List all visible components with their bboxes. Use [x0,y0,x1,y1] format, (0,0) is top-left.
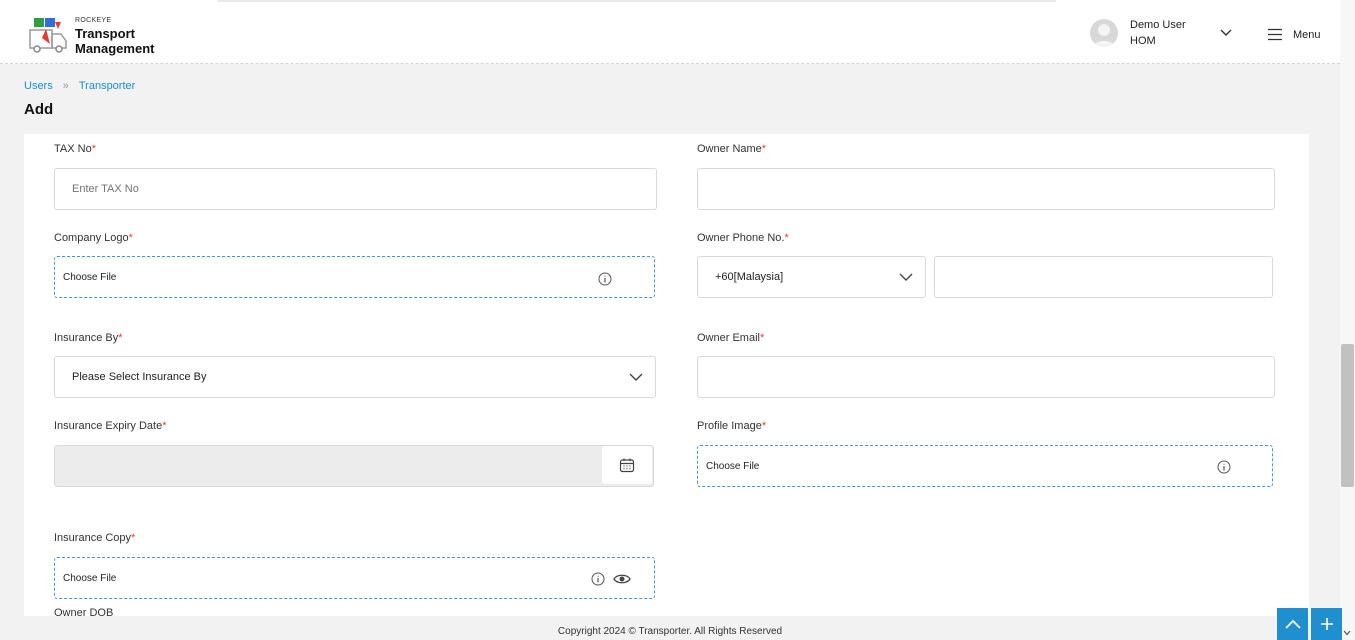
breadcrumb-transporter[interactable]: Transporter [79,80,135,92]
app-header: ROCKEYE Transport Management Demo User H… [0,6,1340,64]
brand-company: ROCKEYE [75,17,112,24]
page-title: Add [24,101,54,118]
insurance-copy-file-input[interactable]: Choose File [54,557,655,599]
chevron-down-icon [629,373,643,381]
company-logo-label: Company Logo* [54,232,133,244]
calendar-button[interactable] [602,446,652,484]
scroll-down-icon[interactable] [1343,630,1351,636]
country-code-selected: +60[Malaysia] [715,271,784,283]
menu-button[interactable]: Menu [1293,29,1321,41]
scrollbar-track[interactable] [1340,0,1355,640]
owner-email-label: Owner Email* [697,332,765,344]
country-code-select[interactable]: +60[Malaysia] [697,256,926,298]
breadcrumb-users[interactable]: Users [24,80,53,92]
chevron-down-icon[interactable] [1219,28,1233,38]
eye-icon[interactable] [613,572,631,586]
user-name: Demo User [1130,19,1186,31]
brand-line-2: Management [75,41,155,56]
profile-image-label: Profile Image* [697,420,767,432]
owner-name-label: Owner Name* [697,143,767,155]
owner-name-input[interactable] [697,168,1275,210]
footer-copyright: Copyright 2024 © Transporter. All Rights… [557,626,783,637]
user-role: HOM [1130,35,1156,47]
insurance-by-label: Insurance By* [54,332,123,344]
breadcrumb-separator: » [62,80,69,92]
company-logo-file-input[interactable]: Choose File [54,256,655,298]
choose-file-button[interactable]: Choose File [63,573,116,584]
plus-icon [1320,618,1333,630]
chevron-up-icon [1284,619,1301,629]
insurance-expiry-label: Insurance Expiry Date* [54,420,167,432]
scrollbar-thumb[interactable] [1341,344,1354,487]
insurance-by-selected: Please Select Insurance By [72,371,207,383]
profile-image-file-input[interactable]: Choose File [697,445,1273,487]
insurance-expiry-input[interactable] [54,445,654,487]
choose-file-button[interactable]: Choose File [706,461,759,472]
insurance-copy-label: Insurance Copy* [54,532,136,544]
info-icon[interactable] [591,572,605,586]
scroll-top-button[interactable] [1277,608,1308,640]
breadcrumb: Users » Transporter [24,80,135,92]
choose-file-button[interactable]: Choose File [63,272,116,283]
owner-email-input[interactable] [697,356,1275,398]
tax-no-input[interactable] [54,168,657,210]
add-button[interactable] [1311,608,1342,640]
info-icon[interactable] [1217,460,1231,474]
calendar-icon [619,458,635,473]
owner-dob-label: Owner DOB [54,607,114,616]
owner-phone-label: Owner Phone No.* [697,232,789,244]
insurance-by-select[interactable]: Please Select Insurance By [54,356,656,398]
chevron-down-icon [899,273,913,281]
browser-bar [218,0,1056,2]
hamburger-menu-icon[interactable] [1267,28,1283,41]
user-avatar-icon[interactable] [1090,19,1118,47]
info-icon[interactable] [598,272,612,286]
brand-line-1: Transport [75,26,135,41]
tax-no-label: TAX No* [54,143,96,155]
owner-phone-input[interactable] [934,256,1273,298]
truck-logo-icon[interactable] [28,16,70,54]
